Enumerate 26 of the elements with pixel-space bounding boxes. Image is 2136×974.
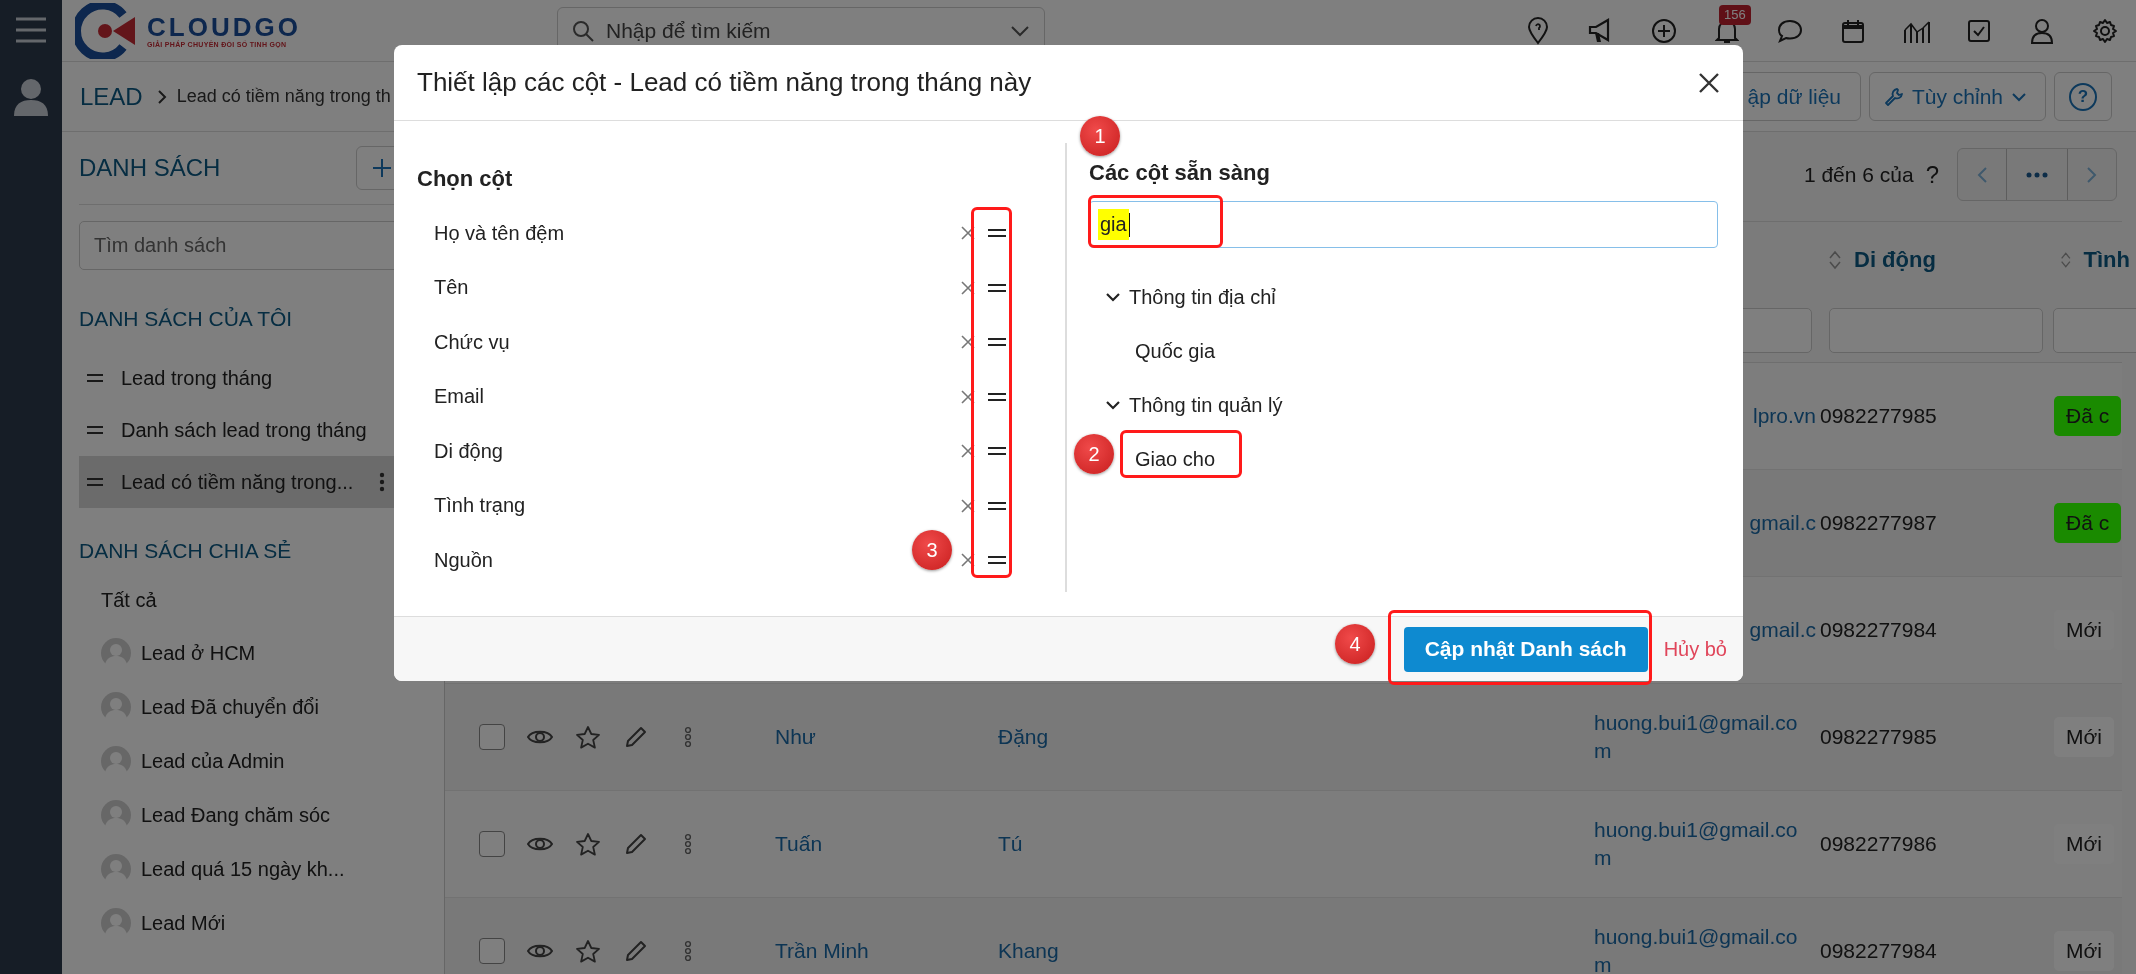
- phone-cell: 0982277985: [1820, 404, 1937, 428]
- notification-badge: 156: [1719, 4, 1751, 25]
- sidebar-title: DANH SÁCH: [79, 154, 221, 182]
- selected-column-label: Nguồn: [434, 548, 493, 572]
- phone-cell: 0982277984: [1820, 618, 1937, 642]
- selected-column-label: Email: [434, 385, 484, 409]
- section-heading: DANH SÁCH CỦA TÔI: [79, 306, 294, 332]
- selected-column-label: Tình trạng: [434, 494, 526, 518]
- status-tag: Mới: [2054, 717, 2114, 757]
- phone-cell: 0982277985: [1820, 725, 1937, 749]
- pager-total: ?: [1925, 160, 1939, 189]
- status-tag: Mới: [2054, 931, 2114, 971]
- phone-cell: 0982277986: [1820, 832, 1937, 856]
- dialog-title: Thiết lập các cột - Lead có tiềm năng trong tháng này: [417, 67, 1032, 98]
- phone-cell: 0982277987: [1820, 511, 1937, 535]
- pager-range: 1 đến 6 của: [1803, 162, 1914, 187]
- panel-heading: Các cột sẵn sàng: [1089, 159, 1271, 187]
- status-tag: Đã c: [2054, 503, 2122, 543]
- selected-column-label: Chức vụ: [434, 330, 510, 354]
- logo-wordmark: CLOUDGO: [147, 13, 301, 41]
- status-tag: Đã c: [2054, 396, 2122, 436]
- breadcrumb-current: Lead có tiềm năng trong th: [176, 86, 391, 107]
- phone-cell: 0982277984: [1820, 939, 1937, 963]
- panel-heading: Chọn cột: [417, 165, 514, 193]
- selected-column-label: Tên: [434, 276, 469, 300]
- selected-column-label: Di động: [434, 439, 503, 463]
